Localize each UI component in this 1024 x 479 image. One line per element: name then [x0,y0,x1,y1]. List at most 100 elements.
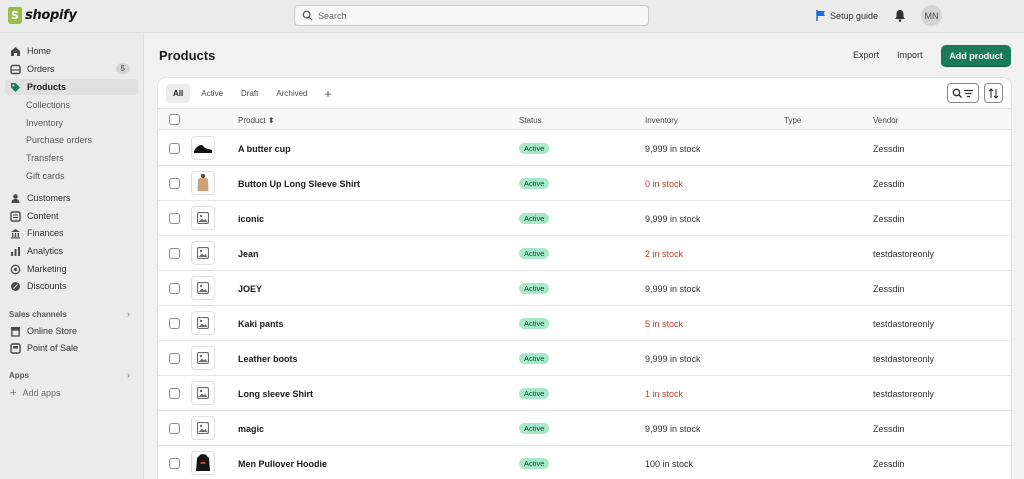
sidebar-sub-transfers[interactable]: Transfers [26,153,64,163]
sidebar-item-products[interactable]: Products [5,79,138,95]
row-checkbox[interactable] [169,213,180,224]
bell-icon[interactable] [894,9,906,22]
sidebar-item-discounts[interactable]: Discounts [5,278,138,294]
sidebar-item-finances[interactable]: Finances [5,225,138,241]
column-header-type: Type [784,116,802,125]
sidebar-item-label: Content [27,211,59,221]
image-placeholder-icon [197,422,209,434]
table-row[interactable]: Jean Active 2 in stock testdastoreonly [158,236,1011,271]
sidebar-sub-collections[interactable]: Collections [26,100,70,110]
product-name[interactable]: Button Up Long Sleeve Shirt [238,179,360,189]
select-all-checkbox[interactable] [169,114,180,125]
sidebar-item-label: Online Store [27,326,78,336]
target-icon [10,264,21,274]
row-checkbox[interactable] [169,353,180,364]
sidebar-item-analytics[interactable]: Analytics [5,243,138,259]
pos-icon [10,342,21,354]
sidebar-item-label: Analytics [27,246,64,256]
table-row[interactable]: Men Pullover Hoodie Active 100 in stock Zes… [158,446,1011,479]
store-icon [11,326,20,337]
vendor-value: Zessdin [873,179,905,189]
product-name[interactable]: Jean [238,249,259,259]
sort-arrows-icon: ⬍ [267,116,275,125]
sidebar-item-marketing[interactable]: Marketing [5,261,138,277]
sidebar-item-orders[interactable]: Orders 5 [5,61,138,77]
image-placeholder-icon [197,387,209,399]
shirt-thumbnail-icon [197,174,209,191]
chevron-right-icon[interactable]: › [127,370,130,380]
column-header-product[interactable]: Product ⬍ [238,116,275,125]
search-filter-button[interactable] [947,83,979,103]
sidebar-item-online-store[interactable]: Online Store [5,323,138,339]
row-checkbox[interactable] [169,248,180,259]
product-thumbnail [191,136,215,160]
tab-all[interactable]: All [166,84,191,103]
table-row[interactable]: iconic Active 9,999 in stock Zessdin [158,201,1011,236]
table-row[interactable]: JOEY Active 9,999 in stock Zessdin [158,271,1011,306]
inventory-value: 100 in stock [645,459,694,469]
status-badge: Active [519,353,550,364]
home-icon [11,46,20,56]
sidebar-item-label: Products [27,82,67,92]
import-button[interactable]: Import [897,50,923,60]
image-placeholder-icon [197,282,209,294]
tab-draft[interactable]: Draft [234,84,265,103]
setup-guide-button[interactable]: Setup guide [816,10,878,21]
sidebar-item-label: Orders [27,64,55,74]
image-placeholder-icon [197,247,209,259]
product-name[interactable]: Kaki pants [238,319,284,329]
sidebar-item-customers[interactable]: Customers [5,190,138,206]
product-name[interactable]: magic [238,424,264,434]
table-row[interactable]: magic Active 9,999 in stock Zessdin [158,411,1011,446]
flag-icon [816,10,825,21]
product-name[interactable]: A butter cup [238,144,291,154]
add-product-button[interactable]: Add product [941,45,1011,67]
status-badge: Active [519,248,550,259]
sidebar-sub-purchase-orders[interactable]: Purchase orders [26,135,92,145]
search-bar[interactable] [294,5,649,26]
sidebar-sub-inventory[interactable]: Inventory [26,118,63,128]
row-checkbox[interactable] [169,283,180,294]
table-row[interactable]: Long sleeve Shirt Active 1 in stock testdas… [158,376,1011,411]
discount-icon [11,281,20,291]
table-row[interactable]: Button Up Long Sleeve Shirt Active 0 in st… [158,166,1011,201]
product-name[interactable]: Long sleeve Shirt [238,389,313,399]
row-checkbox[interactable] [169,318,180,329]
products-card: All Active Draft Archived + Product ⬍ St… [158,78,1011,479]
orders-count-badge: 5 [115,63,130,74]
product-name[interactable]: Leather boots [238,354,298,364]
row-checkbox[interactable] [169,143,180,154]
vendor-value: testdastoreonly [873,354,935,364]
product-name[interactable]: JOEY [238,284,262,294]
sales-channels-heading: Sales channels [9,310,67,319]
tag-icon [11,82,20,92]
sidebar-item-point-of-sale[interactable]: Point of Sale [5,340,138,356]
table-row[interactable]: A butter cup Active 9,999 in stock Zessdin [158,131,1011,166]
vendor-value: Zessdin [873,459,905,469]
table-row[interactable]: Leather boots Active 9,999 in stock testdas… [158,341,1011,376]
product-name[interactable]: iconic [238,214,264,224]
row-checkbox[interactable] [169,458,180,469]
sort-button[interactable] [984,83,1003,103]
sidebar-item-content[interactable]: Content [5,208,138,224]
sidebar-sub-gift-cards[interactable]: Gift cards [26,171,65,181]
sidebar-item-home[interactable]: Home [5,43,138,59]
product-name[interactable]: Men Pullover Hoodie [238,459,327,469]
product-thumbnail [191,171,215,195]
row-checkbox[interactable] [169,423,180,434]
inventory-value: 9,999 in stock [645,424,701,434]
tab-active[interactable]: Active [194,84,230,103]
add-apps-button[interactable]: + Add apps [10,387,60,399]
status-badge: Active [519,318,550,329]
row-checkbox[interactable] [169,178,180,189]
search-input[interactable] [318,10,618,21]
chevron-right-icon[interactable]: › [127,309,130,319]
avatar[interactable]: MN [921,5,942,26]
tab-archived[interactable]: Archived [269,84,314,103]
row-checkbox[interactable] [169,388,180,399]
export-button[interactable]: Export [853,50,879,60]
shopify-logo[interactable]: shopify [8,7,77,24]
add-view-plus-icon[interactable]: + [319,87,338,101]
table-row[interactable]: Kaki pants Active 5 in stock testdastoreonl… [158,306,1011,341]
setup-guide-label: Setup guide [830,10,879,21]
